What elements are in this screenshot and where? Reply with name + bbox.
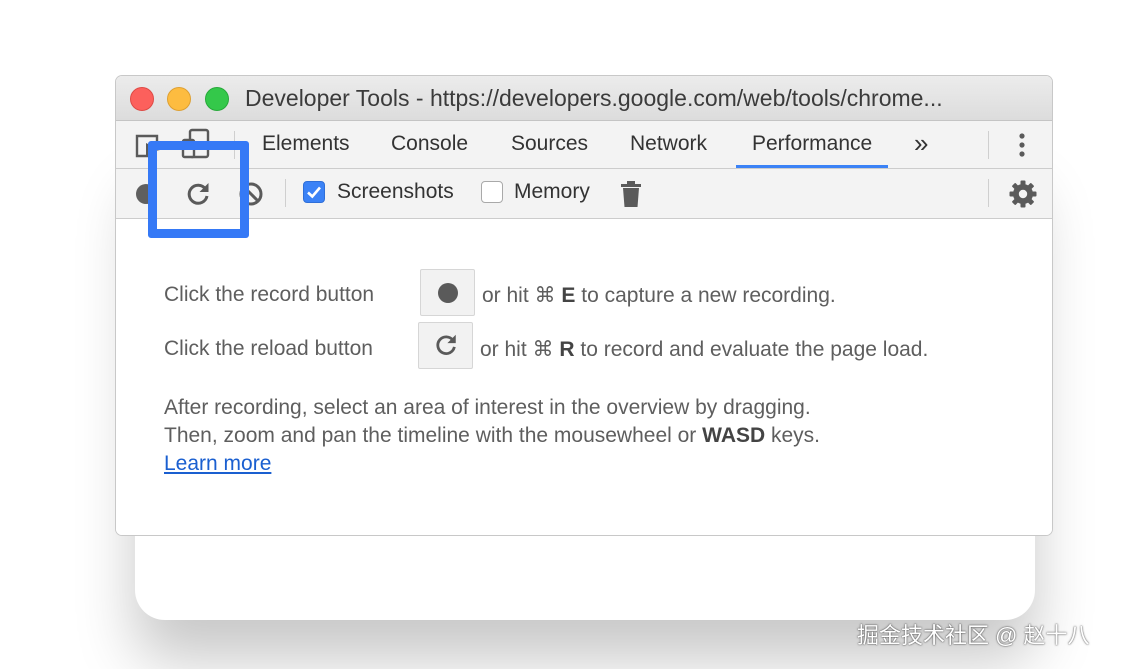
tab-network[interactable]: Network bbox=[630, 121, 707, 168]
reload-button-highlight bbox=[148, 141, 249, 238]
panel-tab-bar: Elements Console Sources Network Perform… bbox=[116, 121, 1052, 169]
record-shortcut-text: or hit ⌘ E to capture a new recording. bbox=[482, 283, 836, 308]
tab-performance[interactable]: Performance bbox=[736, 121, 889, 168]
screenshot-stage: Developer Tools - https://developers.goo… bbox=[0, 0, 1137, 669]
reload-shortcut-mid: or hit ⌘ bbox=[480, 338, 554, 361]
learn-more-link[interactable]: Learn more bbox=[164, 452, 271, 476]
toolbar-separator bbox=[285, 179, 286, 207]
kebab-menu-icon[interactable] bbox=[1014, 131, 1030, 161]
reload-instruction-prefix: Click the reload button bbox=[164, 337, 373, 360]
watermark: 掘金技术社区 @ 赵十八 bbox=[857, 623, 1090, 648]
gear-icon[interactable] bbox=[1008, 179, 1038, 209]
reload-shortcut-text: or hit ⌘ R to record and evaluate the pa… bbox=[480, 337, 928, 362]
trash-icon[interactable] bbox=[619, 180, 643, 208]
tabbar-separator-right bbox=[988, 131, 989, 159]
wasd-keys: WASD bbox=[702, 424, 766, 447]
memory-checkbox[interactable] bbox=[481, 181, 503, 203]
performance-toolbar: Screenshots Memory bbox=[116, 169, 1052, 219]
record-instruction-suffix: to capture a new recording. bbox=[581, 284, 836, 307]
record-shortcut-mid: or hit ⌘ bbox=[482, 284, 556, 307]
reload-icon bbox=[433, 332, 459, 358]
tab-sources[interactable]: Sources bbox=[511, 121, 588, 168]
after-recording-line-1: After recording, select an area of inter… bbox=[164, 396, 811, 419]
after-line2-prefix: Then, zoom and pan the timeline with the… bbox=[164, 424, 697, 447]
inline-record-button[interactable] bbox=[420, 269, 475, 316]
toolbar-separator-right bbox=[988, 179, 989, 207]
screenshots-checkbox[interactable] bbox=[303, 181, 325, 203]
screenshots-label[interactable]: Screenshots bbox=[337, 180, 454, 204]
minimize-window-button[interactable] bbox=[167, 87, 191, 111]
window-title: Developer Tools - https://developers.goo… bbox=[245, 85, 943, 111]
record-shortcut-key: E bbox=[561, 284, 576, 307]
record-icon bbox=[437, 282, 459, 304]
performance-landing: Click the record button or hit ⌘ E to ca… bbox=[116, 220, 1052, 535]
tab-console[interactable]: Console bbox=[391, 121, 468, 168]
after-recording-line-2: Then, zoom and pan the timeline with the… bbox=[164, 424, 820, 448]
title-bar: Developer Tools - https://developers.goo… bbox=[116, 76, 1052, 121]
zoom-window-button[interactable] bbox=[205, 87, 229, 111]
close-window-button[interactable] bbox=[130, 87, 154, 111]
devtools-window: Developer Tools - https://developers.goo… bbox=[115, 75, 1053, 536]
reload-instruction-suffix: to record and evaluate the page load. bbox=[580, 338, 929, 361]
more-tabs-icon[interactable]: » bbox=[914, 121, 928, 168]
after-line2-suffix: keys. bbox=[771, 424, 821, 447]
tab-elements[interactable]: Elements bbox=[262, 121, 350, 168]
memory-label[interactable]: Memory bbox=[514, 180, 590, 204]
inline-reload-button[interactable] bbox=[418, 322, 473, 369]
reload-shortcut-key: R bbox=[559, 338, 575, 361]
record-instruction-prefix: Click the record button bbox=[164, 283, 375, 306]
